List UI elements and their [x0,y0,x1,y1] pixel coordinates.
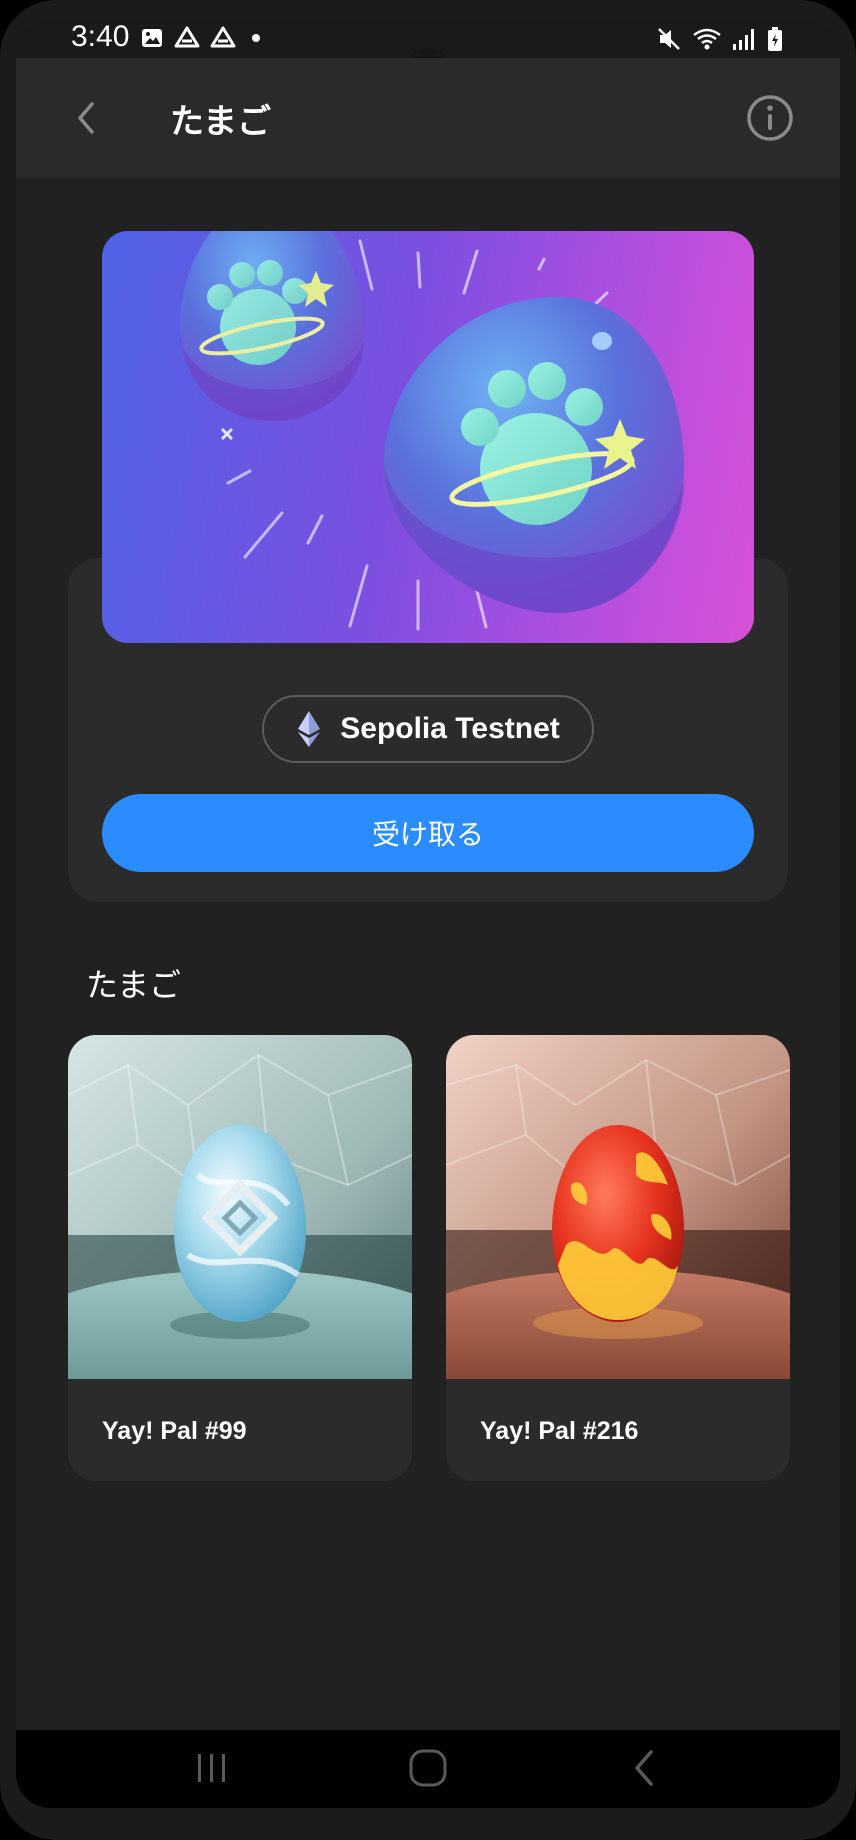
chevron-left-icon [78,102,94,134]
signal-icon [733,29,754,50]
mute-icon [658,28,680,50]
nft-card[interactable]: Yay! Pal #99 [68,1035,412,1481]
network-label: Sepolia Testnet [340,712,560,745]
back-button[interactable] [58,90,114,146]
wifi-icon [693,28,721,50]
status-system-icons [656,26,784,52]
home-icon [409,1749,447,1787]
battery-charging-icon [768,27,782,51]
recents-icon [198,1754,225,1782]
network-selector[interactable]: Sepolia Testnet [262,695,594,763]
app-bar: たまご [16,58,840,178]
back-icon [635,1750,653,1786]
status-notification-icons [140,26,266,50]
egg-banner [102,231,754,643]
system-nav-bar [16,1730,840,1808]
nft-image-fire-egg [446,1035,790,1379]
phone-frame: 3:40 たまご Sepolia Testnet 受け取る たまご Yay! P… [0,0,856,1840]
image-icon [142,29,162,47]
page-title: たまご [170,103,271,141]
nft-name: Yay! Pal #216 [480,1417,639,1445]
info-button[interactable] [742,90,798,146]
banner-illustration [180,231,684,631]
dot-icon [252,34,260,42]
recents-button[interactable] [182,1740,242,1796]
nft-image-ice-egg [68,1035,412,1379]
drive-icon [174,26,200,48]
info-circle-icon [747,95,793,141]
status-time: 3:40 [71,22,130,53]
screen: 3:40 たまご Sepolia Testnet 受け取る たまご Yay! P… [16,22,840,1808]
ethereum-icon [298,711,321,747]
claim-button[interactable]: 受け取る [102,794,754,872]
section-title: たまご [86,967,182,1003]
nft-name: Yay! Pal #99 [102,1417,247,1445]
nft-card[interactable]: Yay! Pal #216 [446,1035,790,1481]
nav-back-button[interactable] [614,1740,674,1796]
home-button[interactable] [398,1740,458,1796]
drive-icon [210,26,236,48]
